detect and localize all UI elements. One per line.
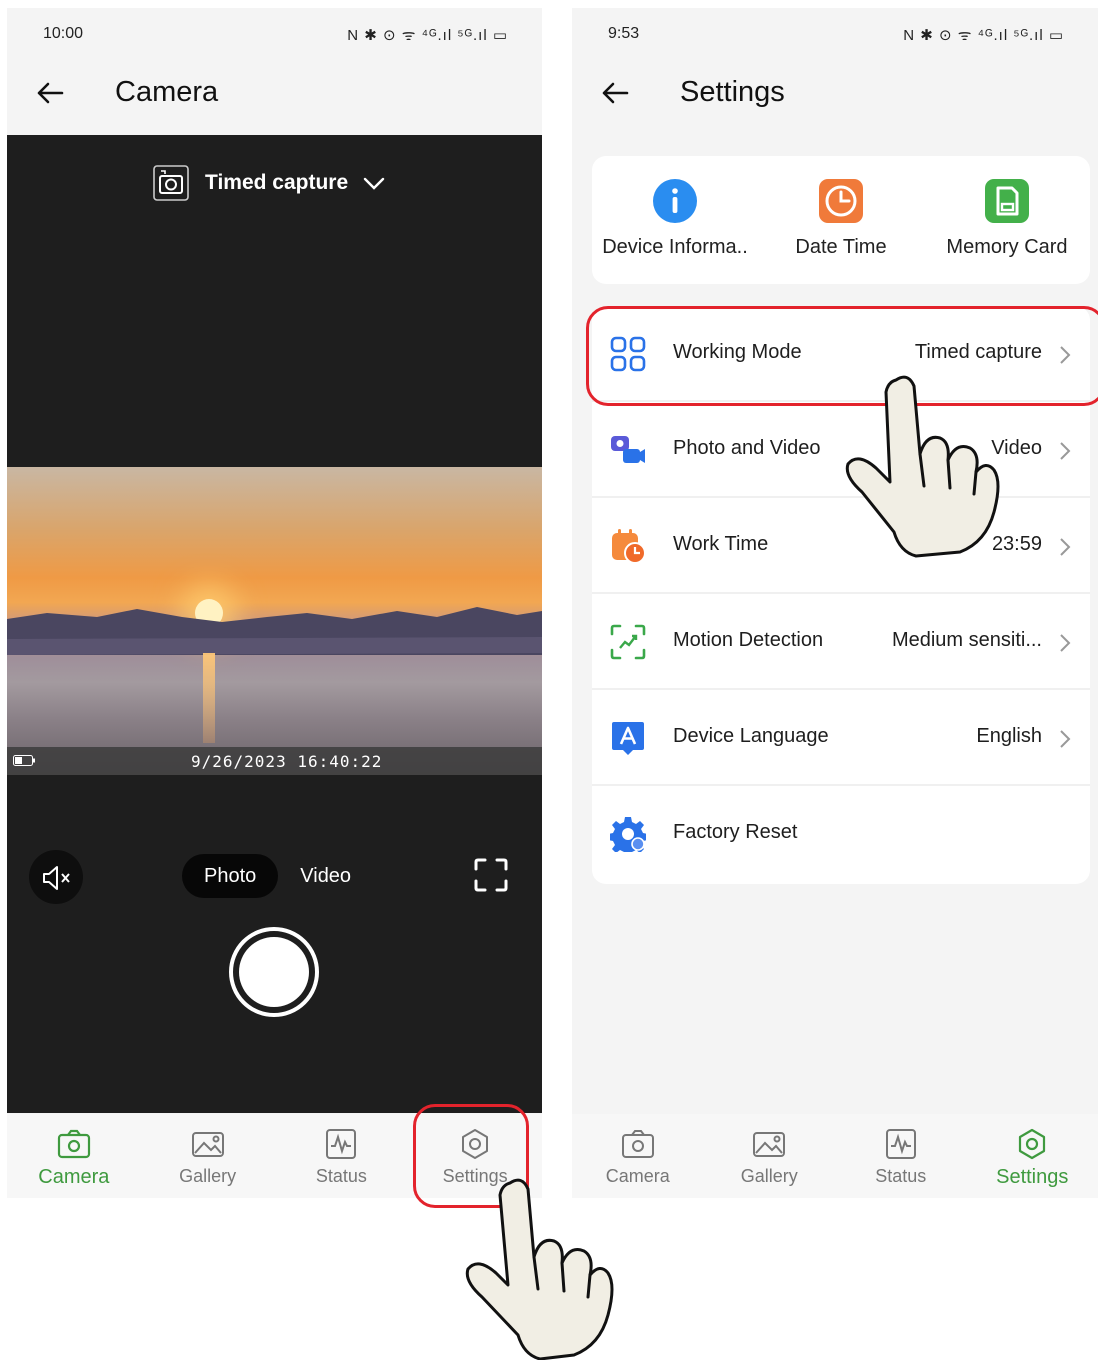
pointing-hand-icon xyxy=(465,1178,614,1360)
quick-label: Device Informa.. xyxy=(602,236,748,258)
preview-info-bar: 9/26/2023 16:40:22 xyxy=(7,747,542,775)
quick-label: Memory Card xyxy=(946,236,1068,258)
row-motion-detection[interactable]: Motion Detection Medium sensiti... xyxy=(592,594,1090,690)
status-bar: 9:53 N ✱ ⊙ ᯤ ⁴ᴳ.ıl ⁵ᴳ.ıl ▭ xyxy=(572,8,1098,60)
app-bar: Camera xyxy=(7,60,542,132)
photo-mode-button[interactable]: Photo xyxy=(182,854,279,898)
battery-icon xyxy=(13,755,35,766)
status-time: 10:00 xyxy=(43,25,84,42)
chevron-right-icon xyxy=(1060,730,1071,748)
chevron-right-icon xyxy=(1060,538,1071,556)
row-label: Motion Detection xyxy=(673,629,824,651)
quick-label: Date Time xyxy=(795,236,887,258)
nav-label: Settings xyxy=(996,1166,1069,1188)
gallery-icon xyxy=(753,1132,786,1157)
row-value: Medium sensiti... xyxy=(891,629,1042,651)
quick-memory-card[interactable]: Memory Card xyxy=(924,156,1090,284)
status-icons: N ✱ ⊙ ᯤ ⁴ᴳ.ıl ⁵ᴳ.ıl ▭ xyxy=(903,27,1064,44)
mute-button[interactable] xyxy=(29,850,83,904)
nav-label: Gallery xyxy=(740,1166,798,1186)
camera-screen: 10:00 N ✱ ⊙ ᯤ ⁴ᴳ.ıl ⁵ᴳ.ıl ▭ Camera Timed… xyxy=(7,8,542,1198)
chevron-right-icon xyxy=(1060,634,1071,652)
page-title: Camera xyxy=(115,76,219,108)
settings-icon xyxy=(1019,1128,1046,1160)
motion-icon xyxy=(610,624,646,660)
reset-gear-icon xyxy=(610,817,646,852)
language-icon xyxy=(612,722,644,755)
nav-label: Gallery xyxy=(179,1166,237,1186)
speaker-muted-icon xyxy=(43,866,70,890)
chevron-down-icon xyxy=(363,177,385,190)
nav-label: Status xyxy=(875,1166,927,1186)
pointing-hand-icon xyxy=(845,375,1000,558)
photo-video-icon xyxy=(611,436,645,463)
live-preview: 9/26/2023 16:40:22 xyxy=(7,467,542,775)
timed-capture-icon xyxy=(153,165,189,201)
back-arrow-icon[interactable] xyxy=(35,78,65,108)
settings-screen: 9:53 N ✱ ⊙ ᯤ ⁴ᴳ.ıl ⁵ᴳ.ıl ▭ Settings Devi… xyxy=(572,8,1098,1198)
capture-mode-toggle: Photo Video xyxy=(182,854,373,898)
row-label: Device Language xyxy=(673,725,829,747)
chevron-right-icon xyxy=(1060,442,1071,460)
clock-icon xyxy=(819,179,863,223)
row-device-language[interactable]: Device Language English xyxy=(592,690,1090,786)
working-mode-label: Timed capture xyxy=(205,171,349,194)
preview-timestamp: 9/26/2023 16:40:22 xyxy=(191,752,383,771)
shutter-inner xyxy=(239,937,309,1007)
row-label: Photo and Video xyxy=(673,437,821,459)
app-bar: Settings xyxy=(572,60,1098,132)
calendar-clock-icon xyxy=(612,529,646,564)
quick-settings-card: Device Informa.. Date Time Memory Card xyxy=(592,156,1090,284)
camera-view: Timed capture 9/26/2023 16:40:22 Photo V… xyxy=(7,135,542,1113)
row-label: Work Time xyxy=(673,533,769,555)
nav-label: Camera xyxy=(38,1166,110,1188)
nav-status[interactable]: Status xyxy=(275,1114,409,1198)
camera-icon xyxy=(57,1129,90,1159)
gallery-icon xyxy=(191,1132,224,1157)
quick-device-info[interactable]: Device Informa.. xyxy=(592,156,758,284)
nav-camera[interactable]: Camera xyxy=(7,1114,141,1198)
row-label: Factory Reset xyxy=(673,821,798,843)
nav-status[interactable]: Status xyxy=(835,1114,967,1198)
status-icon xyxy=(885,1129,916,1159)
status-bar: 10:00 N ✱ ⊙ ᯤ ⁴ᴳ.ıl ⁵ᴳ.ıl ▭ xyxy=(7,8,542,60)
page-title: Settings xyxy=(680,76,785,108)
fullscreen-icon[interactable] xyxy=(473,857,509,893)
shutter-button[interactable] xyxy=(229,927,319,1017)
status-icon xyxy=(326,1129,357,1159)
info-icon xyxy=(653,179,697,223)
quick-date-time[interactable]: Date Time xyxy=(758,156,924,284)
video-mode-button[interactable]: Video xyxy=(278,854,373,898)
sun-reflection xyxy=(203,653,215,743)
sd-card-icon xyxy=(985,179,1029,223)
row-factory-reset[interactable]: Factory Reset xyxy=(592,786,1090,882)
nav-gallery[interactable]: Gallery xyxy=(704,1114,836,1198)
nav-settings[interactable]: Settings xyxy=(967,1114,1098,1198)
nav-label: Status xyxy=(315,1166,367,1186)
row-value: English xyxy=(976,725,1042,747)
status-time: 9:53 xyxy=(608,25,640,42)
mountain-silhouette xyxy=(7,607,542,655)
status-icons: N ✱ ⊙ ᯤ ⁴ᴳ.ıl ⁵ᴳ.ıl ▭ xyxy=(347,27,508,44)
working-mode-dropdown[interactable]: Timed capture xyxy=(153,165,386,201)
back-arrow-icon[interactable] xyxy=(600,78,630,108)
bottom-nav: Camera Gallery Status Settings xyxy=(572,1114,1098,1198)
nav-gallery[interactable]: Gallery xyxy=(141,1114,275,1198)
camera-icon xyxy=(621,1130,654,1158)
